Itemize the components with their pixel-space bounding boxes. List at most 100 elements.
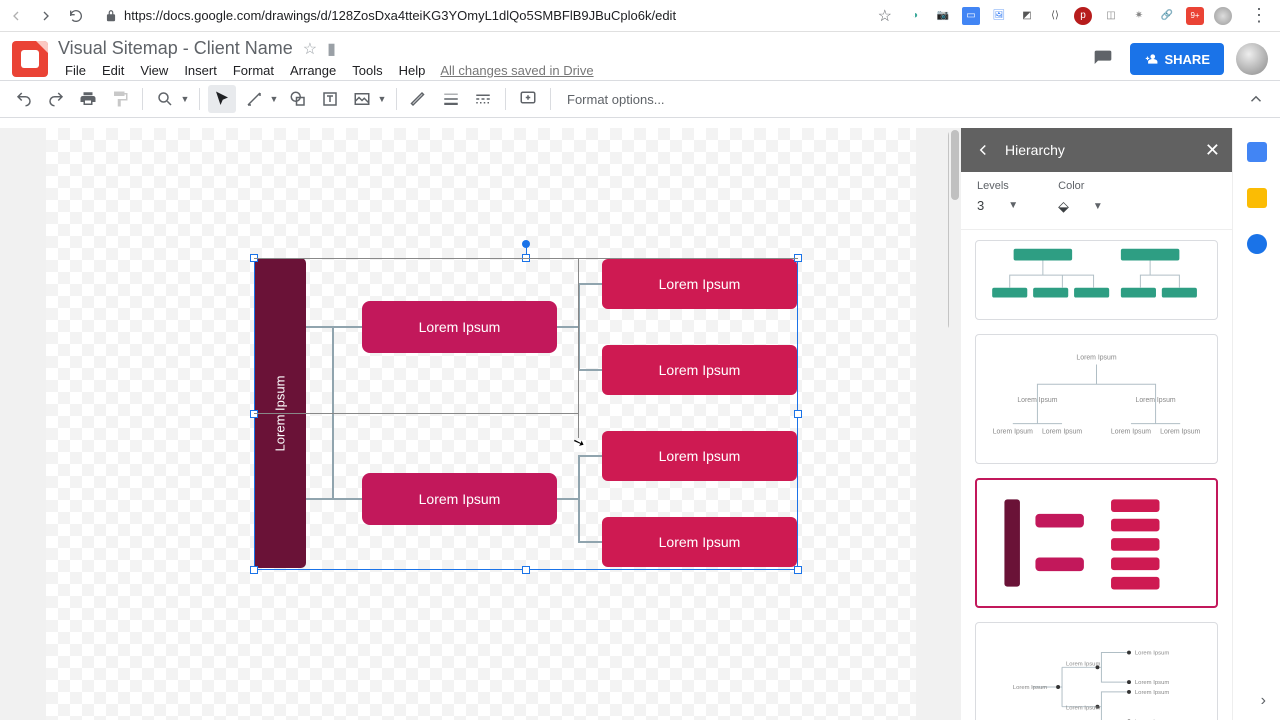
select-tool[interactable] <box>208 85 236 113</box>
address-bar[interactable]: https://docs.google.com/drawings/d/128Zo… <box>98 4 864 28</box>
expand-rail-icon[interactable]: › <box>1261 692 1266 710</box>
chevron-down-icon: ▼ <box>1093 201 1103 212</box>
svg-text:Lorem Ipsum: Lorem Ipsum <box>1076 355 1116 362</box>
save-status[interactable]: All changes saved in Drive <box>440 63 593 78</box>
svg-text:Lorem Ipsum: Lorem Ipsum <box>1042 428 1082 435</box>
zoom-button[interactable] <box>151 85 179 113</box>
resize-handle-sw[interactable] <box>250 566 258 574</box>
undo-button[interactable] <box>10 85 38 113</box>
star-icon[interactable]: ☆ <box>878 6 892 26</box>
menu-view[interactable]: View <box>133 61 175 80</box>
svg-text:Lorem Ipsum: Lorem Ipsum <box>1066 706 1100 712</box>
comments-icon[interactable] <box>1088 44 1118 74</box>
paint-format-button[interactable] <box>106 85 134 113</box>
guide-line <box>578 258 579 438</box>
print-button[interactable] <box>74 85 102 113</box>
menu-help[interactable]: Help <box>392 61 433 80</box>
template-option[interactable] <box>975 240 1218 320</box>
menu-file[interactable]: File <box>58 61 93 80</box>
svg-text:Lorem Ipsum: Lorem Ipsum <box>1013 685 1047 691</box>
ext-icon-9[interactable]: ✷ <box>1130 7 1148 25</box>
svg-text:Lorem Ipsum: Lorem Ipsum <box>1017 397 1057 404</box>
svg-text:Lorem Ipsum: Lorem Ipsum <box>1111 428 1151 435</box>
guide-line <box>254 413 578 414</box>
menu-edit[interactable]: Edit <box>95 61 131 80</box>
svg-text:Lorem Ipsum: Lorem Ipsum <box>1135 690 1169 696</box>
template-list: Lorem Ipsum Lorem Ipsum Lorem Ipsum Lorem I… <box>961 230 1232 720</box>
star-doc-icon[interactable]: ☆ <box>303 39 317 59</box>
account-avatar[interactable] <box>1236 43 1268 75</box>
menu-tools[interactable]: Tools <box>345 61 389 80</box>
url-text: https://docs.google.com/drawings/d/128Zo… <box>124 8 676 23</box>
canvas-wrap: Lorem Ipsum Lorem Ipsum Lorem Ipsum Lore… <box>0 128 960 720</box>
textbox-tool[interactable] <box>316 85 344 113</box>
line-dash-button[interactable] <box>469 85 497 113</box>
zoom-dropdown[interactable]: ▼ <box>179 94 191 104</box>
selection-box[interactable] <box>254 258 798 570</box>
panel-back-icon[interactable] <box>973 141 993 159</box>
share-button[interactable]: SHARE <box>1130 43 1224 75</box>
ext-icon-8[interactable]: ◫ <box>1102 7 1120 25</box>
redo-button[interactable] <box>42 85 70 113</box>
calendar-addon-icon[interactable] <box>1247 142 1267 162</box>
share-label: SHARE <box>1164 52 1210 67</box>
line-dropdown[interactable]: ▼ <box>268 94 280 104</box>
extensions-row: ◑ 📷 ▭ 🖼 ◩ ⟨⟩ p ◫ ✷ 🔗 9+ <box>906 7 1232 25</box>
lock-icon <box>104 9 118 23</box>
image-tool[interactable] <box>348 85 376 113</box>
image-dropdown[interactable]: ▼ <box>376 94 388 104</box>
app-header: Visual Sitemap - Client Name ☆ ▮ File Ed… <box>0 32 1280 80</box>
ext-icon-avatar[interactable] <box>1214 7 1232 25</box>
template-option-selected[interactable] <box>975 478 1218 608</box>
panel-title: Hierarchy <box>1005 142 1193 158</box>
document-title[interactable]: Visual Sitemap - Client Name <box>58 38 293 59</box>
template-option[interactable]: Lorem IpsumLorem IpsumLorem IpsumLorem I… <box>975 622 1218 720</box>
template-option[interactable]: Lorem Ipsum Lorem Ipsum Lorem Ipsum Lorem I… <box>975 334 1218 464</box>
person-add-icon <box>1144 52 1158 66</box>
tasks-addon-icon[interactable] <box>1247 234 1267 254</box>
chevron-down-icon: ▼ <box>1008 200 1018 211</box>
resize-handle-w[interactable] <box>250 410 258 418</box>
ext-icon-11[interactable]: 9+ <box>1186 7 1204 25</box>
keep-addon-icon[interactable] <box>1247 188 1267 208</box>
collapse-toolbar-icon[interactable] <box>1242 85 1270 113</box>
ext-icon-6[interactable]: ⟨⟩ <box>1046 7 1064 25</box>
menu-format[interactable]: Format <box>226 61 281 80</box>
ext-icon-2[interactable]: 📷 <box>934 7 952 25</box>
format-options-button[interactable]: Format options... <box>559 92 673 107</box>
line-weight-button[interactable] <box>437 85 465 113</box>
ext-icon-3[interactable]: ▭ <box>962 7 980 25</box>
add-comment-button[interactable] <box>514 85 542 113</box>
panel-close-icon[interactable]: ✕ <box>1205 140 1220 161</box>
resize-handle-se[interactable] <box>794 566 802 574</box>
ext-icon-1[interactable]: ◑ <box>906 7 924 25</box>
svg-text:Lorem Ipsum: Lorem Ipsum <box>993 428 1033 435</box>
guide-line <box>254 258 798 259</box>
menu-bar: File Edit View Insert Format Arrange Too… <box>58 61 1078 80</box>
ext-icon-4[interactable]: 🖼 <box>990 7 1008 25</box>
move-folder-icon[interactable]: ▮ <box>327 39 336 59</box>
resize-handle-e[interactable] <box>794 410 802 418</box>
format-side-panel: Hierarchy ✕ Levels 3▼ Color ⬙▼ Lorem Ips… <box>960 128 1232 720</box>
nav-forward-icon[interactable] <box>38 8 54 24</box>
panel-scrollbar[interactable] <box>949 128 961 720</box>
line-tool[interactable] <box>240 85 268 113</box>
rotate-handle[interactable] <box>522 240 530 248</box>
canvas[interactable]: Lorem Ipsum Lorem Ipsum Lorem Ipsum Lore… <box>46 128 916 720</box>
ext-icon-7[interactable]: p <box>1074 7 1092 25</box>
ext-icon-10[interactable]: 🔗 <box>1158 7 1176 25</box>
paint-bucket-icon: ⬙ <box>1058 198 1069 215</box>
ext-icon-5[interactable]: ◩ <box>1018 7 1036 25</box>
chrome-menu-icon[interactable]: ⋮ <box>1246 5 1272 26</box>
shape-tool[interactable] <box>284 85 312 113</box>
drawings-logo[interactable] <box>12 41 48 77</box>
color-control[interactable]: Color ⬙▼ <box>1058 180 1103 215</box>
resize-handle-s[interactable] <box>522 566 530 574</box>
line-color-button[interactable] <box>405 85 433 113</box>
menu-insert[interactable]: Insert <box>177 61 224 80</box>
nav-back-icon[interactable] <box>8 8 24 24</box>
levels-control[interactable]: Levels 3▼ <box>977 180 1018 215</box>
menu-arrange[interactable]: Arrange <box>283 61 343 80</box>
nav-reload-icon[interactable] <box>68 8 84 24</box>
main-area: Lorem Ipsum Lorem Ipsum Lorem Ipsum Lore… <box>0 128 1280 720</box>
